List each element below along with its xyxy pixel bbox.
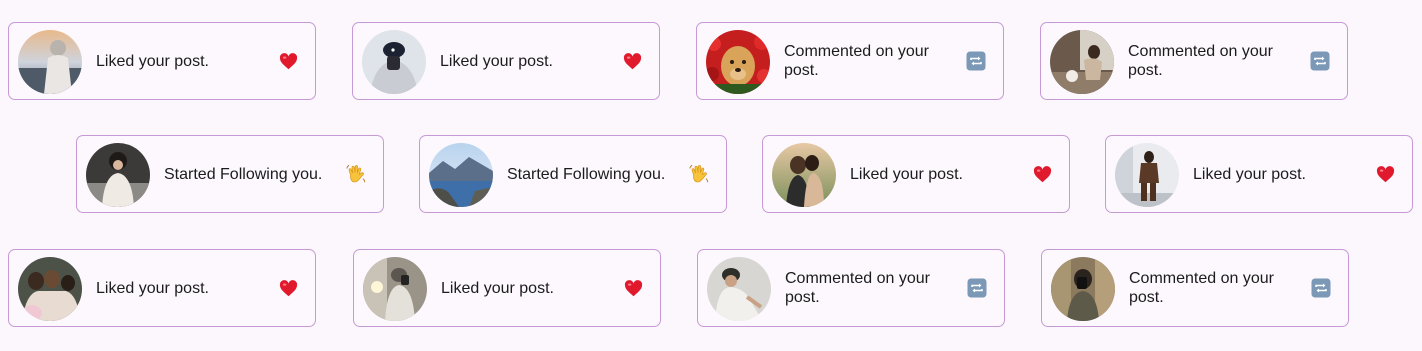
avatar[interactable]: [1050, 30, 1114, 94]
avatar[interactable]: [18, 257, 82, 321]
heart-icon: [277, 277, 299, 299]
notification-message: Commented on your post.: [1128, 43, 1273, 79]
waving-hand-icon: [688, 163, 710, 185]
avatar[interactable]: [429, 143, 493, 207]
notification-message: Liked your post.: [441, 279, 554, 297]
repost-icon: [966, 277, 988, 299]
notification-message: Liked your post.: [96, 279, 209, 297]
avatar[interactable]: [1051, 257, 1115, 321]
notification-message: Started Following you.: [507, 165, 666, 183]
notification-message: Liked your post.: [440, 52, 553, 70]
notification-card[interactable]: Liked your post.: [352, 22, 660, 100]
notification-card[interactable]: Liked your post.: [762, 135, 1070, 213]
heart-icon: [1031, 163, 1053, 185]
notification-message: Started Following you.: [164, 165, 323, 183]
notification-card[interactable]: Commented on your post.: [696, 22, 1004, 100]
heart-icon: [621, 50, 643, 72]
notification-card[interactable]: Commented on your post.: [1041, 249, 1349, 327]
notification-card[interactable]: Started Following you.: [419, 135, 727, 213]
avatar[interactable]: [86, 143, 150, 207]
avatar[interactable]: [18, 30, 82, 94]
notification-card[interactable]: Liked your post.: [1105, 135, 1413, 213]
notification-card[interactable]: Liked your post.: [8, 249, 316, 327]
heart-icon: [277, 50, 299, 72]
avatar[interactable]: [706, 30, 770, 94]
notification-message: Commented on your post.: [1129, 270, 1274, 306]
notification-message: Commented on your post.: [785, 270, 930, 306]
avatar[interactable]: [772, 143, 836, 207]
notification-card[interactable]: Liked your post.: [8, 22, 316, 100]
notification-message: Liked your post.: [1193, 165, 1306, 183]
notification-card[interactable]: Commented on your post.: [697, 249, 1005, 327]
avatar[interactable]: [1115, 143, 1179, 207]
avatar[interactable]: [362, 30, 426, 94]
avatar[interactable]: [707, 257, 771, 321]
repost-icon: [1309, 50, 1331, 72]
notification-message: Liked your post.: [96, 52, 209, 70]
repost-icon: [965, 50, 987, 72]
notification-card[interactable]: Liked your post.: [353, 249, 661, 327]
notification-card[interactable]: Started Following you.: [76, 135, 384, 213]
avatar[interactable]: [363, 257, 427, 321]
notification-message: Liked your post.: [850, 165, 963, 183]
notification-message: Commented on your post.: [784, 43, 929, 79]
repost-icon: [1310, 277, 1332, 299]
heart-icon: [1374, 163, 1396, 185]
waving-hand-icon: [345, 163, 367, 185]
notification-card[interactable]: Commented on your post.: [1040, 22, 1348, 100]
heart-icon: [622, 277, 644, 299]
